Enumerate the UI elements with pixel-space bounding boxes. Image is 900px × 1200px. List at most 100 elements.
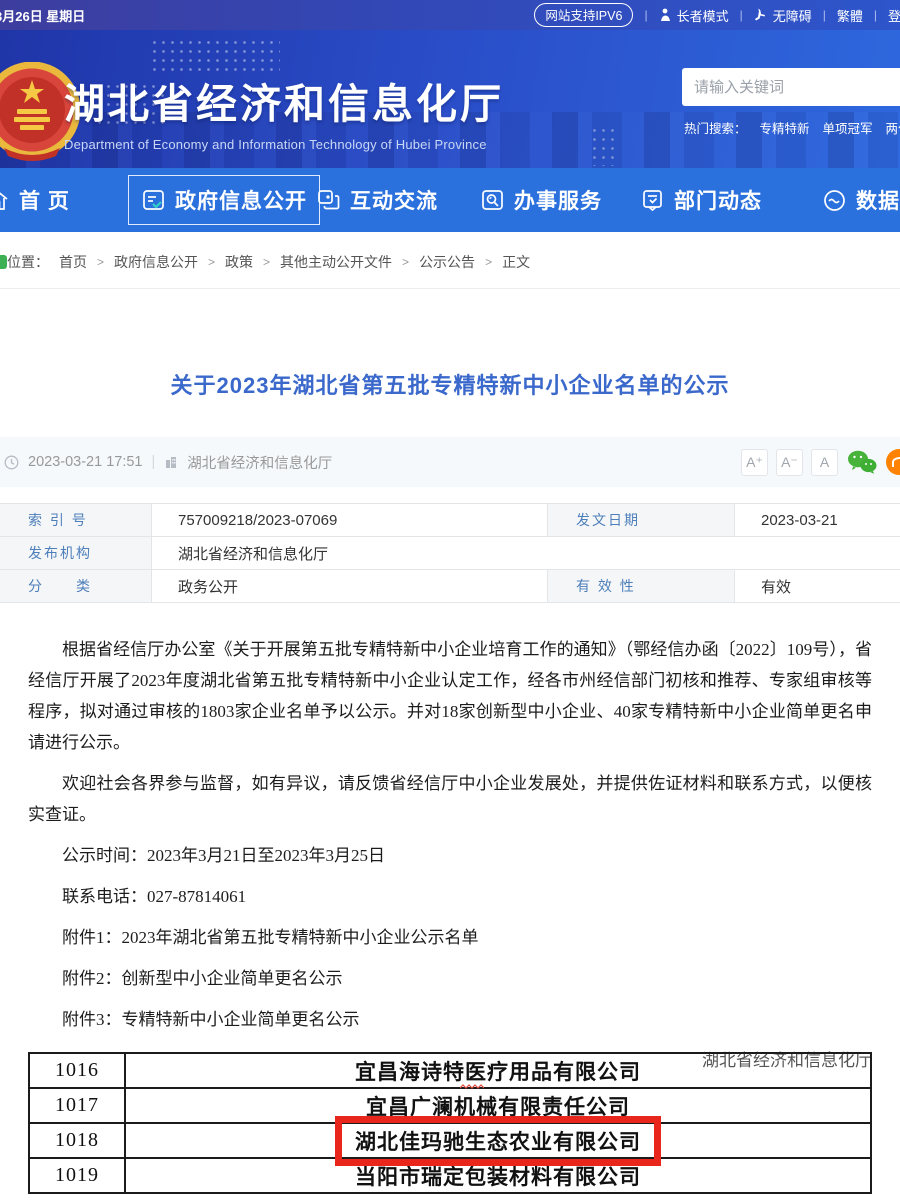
elder-mode-link[interactable]: 长者模式 xyxy=(659,6,729,25)
document-metadata-table: 索 引 号 757009218/2023-07069 发文日期 2023-03-… xyxy=(0,503,900,603)
breadcrumb-separator: > xyxy=(97,255,104,269)
breadcrumb-link-article[interactable]: 正文 xyxy=(502,252,530,272)
site-search xyxy=(682,68,900,106)
hot-search-link[interactable]: 两化融合 xyxy=(886,118,900,137)
article-tools: A⁺ A⁻ A xyxy=(741,437,900,487)
hot-search-link[interactable]: 专精特新 xyxy=(760,118,810,137)
row-number: 1017 xyxy=(29,1088,125,1123)
row-number: 1019 xyxy=(29,1158,125,1193)
row-number: 1018 xyxy=(29,1123,125,1158)
breadcrumb-link-other-docs[interactable]: 其他主动公开文件 xyxy=(280,252,392,272)
breadcrumb-separator: > xyxy=(402,255,409,269)
nav-item-gov-info[interactable]: 政府信息公开 xyxy=(128,175,320,225)
nav-item-department-news[interactable]: 部门动态 xyxy=(640,168,762,232)
article-meta-bar: 2023-03-21 17:51 | 湖北省经济和信息化厅 A⁺ A⁻ A xyxy=(0,437,900,487)
breadcrumb-label: 当前位置： xyxy=(0,252,49,272)
company-name: 当阳市瑞定包装材料有限公司 xyxy=(125,1158,871,1193)
main-nav: 首 页 政府信息公开 互动交流 办事服务 部门动态 数据 xyxy=(0,168,900,232)
site-title: 湖北省经济和信息化厅 xyxy=(64,70,504,130)
wechat-share-icon[interactable] xyxy=(846,449,878,476)
attachment-2-link[interactable]: 附件2：创新型中小企业简单更名公示 xyxy=(28,963,872,994)
publish-source: 湖北省经济和信息化厅 xyxy=(187,452,332,473)
company-name: 湖北佳玛驰生态农业有限公司 xyxy=(125,1123,871,1158)
search-input[interactable] xyxy=(682,68,900,106)
breadcrumb-separator: > xyxy=(485,255,492,269)
hot-search-row: 热门搜索： 专精特新 单项冠军 两化融合 小巨 xyxy=(684,118,900,137)
font-normal-button[interactable]: A xyxy=(811,449,838,476)
meta-index-label: 索 引 号 xyxy=(0,504,152,537)
meta-org-label: 发布机构 xyxy=(0,537,152,570)
contact-phone: 联系电话：027-87814061 xyxy=(28,881,872,912)
publish-datetime: 2023-03-21 17:51 xyxy=(28,454,143,470)
nav-label: 首 页 xyxy=(19,185,70,215)
current-date: 3月26日 星期日 xyxy=(0,6,85,25)
hot-search-label: 热门搜索： xyxy=(684,118,747,137)
company-list-table: 1016 宜昌海诗特医疗用品有限公司 1017 宜昌广澜机械有限责任公司 101… xyxy=(28,1052,872,1194)
traditional-chinese-link[interactable]: 繁體 xyxy=(837,6,863,25)
nav-label: 部门动态 xyxy=(674,185,762,215)
font-larger-button[interactable]: A⁺ xyxy=(741,449,768,476)
nav-item-data[interactable]: 数据 xyxy=(822,168,900,232)
font-smaller-button[interactable]: A⁻ xyxy=(776,449,803,476)
person-icon xyxy=(659,8,672,22)
table-row: 1017 宜昌广澜机械有限责任公司 xyxy=(29,1088,871,1123)
ipv6-badge[interactable]: 网站支持IPV6 xyxy=(534,3,633,27)
building-icon xyxy=(164,455,178,469)
chat-bubbles-icon xyxy=(316,188,341,212)
dot-pattern xyxy=(150,38,280,72)
breadcrumb-link-notices[interactable]: 公示公告 xyxy=(419,252,475,272)
meta-category-label: 分 类 xyxy=(0,570,152,603)
meta-org-value: 湖北省经济和信息化厅 xyxy=(152,537,900,570)
paragraph: 根据省经信厅办公室《关于开展第五批专精特新中小企业培育工作的通知》（鄂经信办函〔… xyxy=(28,634,872,758)
article-meta-left: 2023-03-21 17:51 | 湖北省经济和信息化厅 xyxy=(4,437,332,487)
clock-icon xyxy=(4,455,19,470)
site-subtitle-en: Department of Economy and Information Te… xyxy=(64,137,504,152)
site-brand: 湖北省经济和信息化厅 Department of Economy and Inf… xyxy=(64,70,504,152)
table-row: 1018 湖北佳玛驰生态农业有限公司 xyxy=(29,1123,871,1158)
elder-mode-label: 长者模式 xyxy=(677,6,729,25)
login-link[interactable]: 登录 xyxy=(888,6,900,25)
doc-list-icon xyxy=(640,188,665,212)
wave-circle-icon xyxy=(822,188,847,213)
breadcrumb-link-policy[interactable]: 政策 xyxy=(225,252,253,272)
meta-validity-label: 有 效 性 xyxy=(548,570,735,603)
location-pin-icon xyxy=(0,255,7,269)
attachment-1-link[interactable]: 附件1：2023年湖北省第五批专精特新中小企业公示名单 xyxy=(28,922,872,953)
spellcheck-wavy-line xyxy=(460,1084,484,1089)
top-utility-bar: 3月26日 星期日 网站支持IPV6 | 长者模式 | 无障碍 | 繁體 | 登… xyxy=(0,0,900,30)
magnifier-icon xyxy=(480,188,505,212)
breadcrumb-link-gov-info[interactable]: 政府信息公开 xyxy=(114,252,198,272)
breadcrumb-separator: > xyxy=(208,255,215,269)
attachment-3-link[interactable]: 附件3：专精特新中小企业简单更名公示 xyxy=(28,1004,872,1035)
table-row: 1019 当阳市瑞定包装材料有限公司 xyxy=(29,1158,871,1193)
page: 3月26日 星期日 网站支持IPV6 | 长者模式 | 无障碍 | 繁體 | 登… xyxy=(0,0,900,1200)
nav-label: 政府信息公开 xyxy=(175,185,307,215)
meta-category-value: 政务公开 xyxy=(152,570,548,603)
nav-item-home[interactable]: 首 页 xyxy=(0,168,70,232)
meta-index-value: 757009218/2023-07069 xyxy=(152,504,548,537)
breadcrumb: 当前位置： 首页 > 政府信息公开 > 政策 > 其他主动公开文件 > 公示公告… xyxy=(0,252,530,272)
highlighted-company-name-text: 湖北佳玛驰生态农业有限公司 xyxy=(355,1130,641,1154)
meta-validity-value: 有效 xyxy=(735,570,900,603)
breadcrumb-row: 当前位置： 首页 > 政府信息公开 > 政策 > 其他主动公开文件 > 公示公告… xyxy=(0,232,900,289)
hot-search-link[interactable]: 单项冠军 xyxy=(823,118,873,137)
nav-item-interaction[interactable]: 互动交流 xyxy=(316,168,438,232)
company-name-text: 宜昌海诗特医疗用品有限公司 xyxy=(355,1060,641,1084)
divider: | xyxy=(152,454,156,470)
paragraph: 欢迎社会各界参与监督，如有异议，请反馈省经信厅中小企业发展处，并提供佐证材料和联… xyxy=(28,768,872,830)
weibo-share-icon[interactable] xyxy=(886,449,900,475)
document-check-icon xyxy=(141,188,166,212)
accessibility-link[interactable]: 无障碍 xyxy=(754,6,812,25)
nav-label: 数据 xyxy=(856,185,900,215)
publicity-period: 公示时间：2023年3月21日至2023年3月25日 xyxy=(28,840,872,871)
home-icon xyxy=(0,188,10,212)
separator: | xyxy=(740,8,743,22)
company-name: 宜昌广澜机械有限责任公司 xyxy=(125,1088,871,1123)
row-number: 1016 xyxy=(29,1053,125,1088)
article-body: 根据省经信厅办公室《关于开展第五批专精特新中小企业培育工作的通知》（鄂经信办函〔… xyxy=(28,634,872,1076)
topbar-links: 网站支持IPV6 | 长者模式 | 无障碍 | 繁體 | 登录 xyxy=(534,0,900,30)
nav-label: 互动交流 xyxy=(350,185,438,215)
breadcrumb-link-home[interactable]: 首页 xyxy=(59,252,87,272)
nav-item-services[interactable]: 办事服务 xyxy=(480,168,602,232)
breadcrumb-separator: > xyxy=(263,255,270,269)
